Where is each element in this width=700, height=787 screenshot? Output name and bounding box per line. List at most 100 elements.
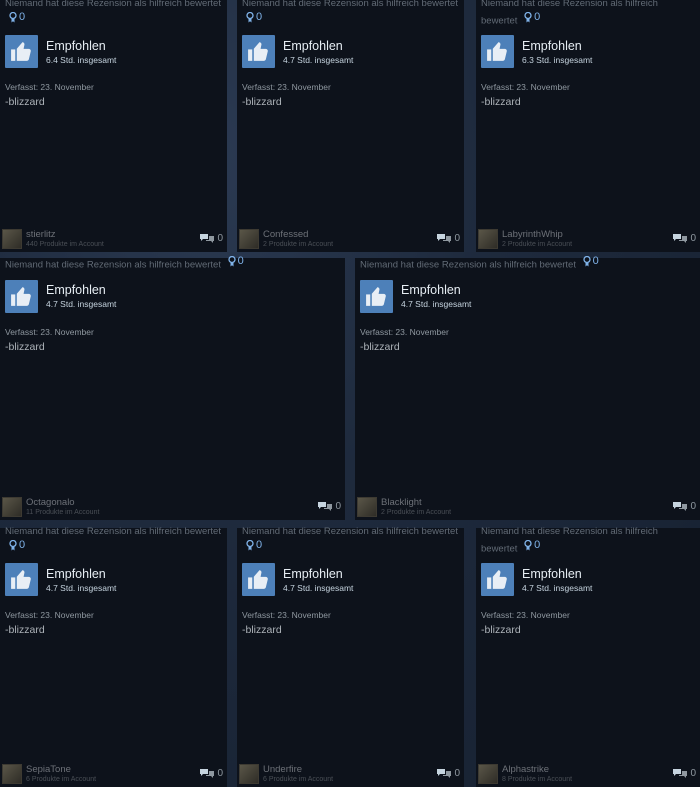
comments-button[interactable]: 0 [318,501,341,512]
posted-date: Verfasst: 23. November [242,82,331,93]
thumbs-up-icon [242,35,275,69]
award-count: 0 [256,10,263,23]
comment-bubble-icon [437,234,452,243]
posted-date: Verfasst: 23. November [360,326,449,337]
thumbs-up-icon [5,563,38,597]
comments-button[interactable]: 0 [437,233,460,244]
review-text: -blizzard [360,340,400,353]
review-text: -blizzard [242,96,282,109]
posted-date: Verfasst: 23. November [242,610,331,621]
helpful-status: Niemand hat diese Rezension als hilfreic… [5,525,222,555]
recommendation-label: Empfohlen [46,283,106,298]
playtime: 6.4 Std. insgesamt [46,54,117,65]
award-button[interactable]: 0 [9,11,25,25]
author-name[interactable]: Confessed [263,229,437,240]
helpful-text: Niemand hat diese Rezension als hilfreic… [5,259,221,271]
avatar[interactable] [239,763,259,784]
author-product-count: 8 Produkte im Account [502,775,573,783]
comment-count: 0 [454,768,460,779]
helpful-text: Niemand hat diese Rezension als hilfreic… [360,259,576,271]
comment-count: 0 [690,501,696,512]
recommendation-label: Empfohlen [283,566,343,581]
author-name[interactable]: Octagonalo [26,497,318,508]
award-icon [582,256,591,267]
thumbs-up-icon [481,35,514,69]
comments-button[interactable]: 0 [673,501,696,512]
avatar[interactable] [357,496,377,517]
review-text: -blizzard [481,624,521,637]
recommendation-block: Empfohlen 6.4 Std. insgesamt [5,35,222,69]
avatar[interactable] [478,228,498,249]
comment-count: 0 [217,768,223,779]
posted-date: Verfasst: 23. November [5,326,94,337]
comment-bubble-icon [200,769,215,778]
author-name[interactable]: Blacklight [381,497,673,508]
avatar[interactable] [2,763,22,784]
review-card[interactable]: Niemand hat diese Rezension als hilfreic… [237,525,464,787]
comment-bubble-icon [200,234,215,243]
helpful-status: Niemand hat diese Rezension als hilfreic… [242,525,459,555]
comments-button[interactable]: 0 [200,233,223,244]
avatar[interactable] [2,228,22,249]
comments-button[interactable]: 0 [673,233,696,244]
author-name[interactable]: Alphastrike [502,764,673,775]
award-count: 0 [256,538,263,551]
award-button[interactable]: 0 [582,255,599,269]
author-product-count: 11 Produkte im Account [26,508,100,516]
comments-button[interactable]: 0 [200,768,223,779]
thumbs-up-icon [360,279,393,313]
author-product-count: 6 Produkte im Account [263,775,334,783]
review-card[interactable]: Niemand hat diese Rezension als hilfreic… [0,525,227,787]
helpful-status: Niemand hat diese Rezension als hilfreic… [5,0,222,27]
award-button[interactable]: 0 [246,539,262,553]
comments-button[interactable]: 0 [673,768,696,779]
posted-date: Verfasst: 23. November [5,610,94,621]
helpful-status: Niemand hat diese Rezension als hilfreic… [5,255,340,272]
award-button[interactable]: 0 [9,539,25,553]
award-button[interactable]: 0 [227,255,244,269]
recommendation-block: Empfohlen 4.7 Std. insgesamt [5,563,222,597]
review-footer: SepiaTone 6 Produkte im Account 0 [0,760,227,787]
playtime: 4.7 Std. insgesamt [283,582,354,593]
author-name[interactable]: Underfire [263,764,437,775]
review-card[interactable]: Niemand hat diese Rezension als hilfreic… [0,255,345,520]
thumbs-up-icon [481,563,514,597]
recommendation-block: Empfohlen 4.7 Std. insgesamt [5,279,340,313]
review-card[interactable]: Niemand hat diese Rezension als hilfreic… [0,0,227,252]
review-footer: Blacklight 2 Produkte im Account 0 [355,493,700,520]
award-icon [524,11,532,23]
comments-button[interactable]: 0 [437,768,460,779]
award-count: 0 [19,538,26,551]
avatar[interactable] [478,763,498,784]
review-card[interactable]: Niemand hat diese Rezension als hilfreic… [355,255,700,520]
award-button[interactable]: 0 [246,11,262,25]
review-footer: stierlitz 440 Produkte im Account 0 [0,225,227,252]
recommendation-block: Empfohlen 4.7 Std. insgesamt [481,563,695,597]
award-count: 0 [592,255,599,267]
review-text: -blizzard [5,624,45,637]
award-count: 0 [19,10,26,23]
review-footer: Octagonalo 11 Produkte im Account 0 [0,493,345,520]
comment-count: 0 [690,233,696,244]
review-card[interactable]: Niemand hat diese Rezension als hilfreic… [237,0,464,252]
comment-count: 0 [217,233,223,244]
avatar[interactable] [239,228,259,249]
review-text: -blizzard [5,96,45,109]
award-button[interactable]: 0 [524,11,540,25]
author-name[interactable]: SepiaTone [26,764,200,775]
author-name[interactable]: LabyrinthWhip [502,229,673,240]
comment-bubble-icon [673,502,688,511]
avatar[interactable] [2,496,22,517]
award-icon [524,539,532,551]
author-product-count: 2 Produkte im Account [502,240,573,248]
author-name[interactable]: stierlitz [26,229,200,240]
helpful-text: Niemand hat diese Rezension als hilfreic… [481,0,658,26]
review-card[interactable]: Niemand hat diese Rezension als hilfreic… [476,0,700,252]
playtime: 4.7 Std. insgesamt [46,299,117,310]
review-card[interactable]: Niemand hat diese Rezension als hilfreic… [476,526,700,787]
recommendation-block: Empfohlen 6.3 Std. insgesamt [481,35,695,69]
playtime: 4.7 Std. insgesamt [46,582,117,593]
award-icon [246,11,254,23]
award-button[interactable]: 0 [524,539,540,553]
posted-date: Verfasst: 23. November [481,82,570,93]
